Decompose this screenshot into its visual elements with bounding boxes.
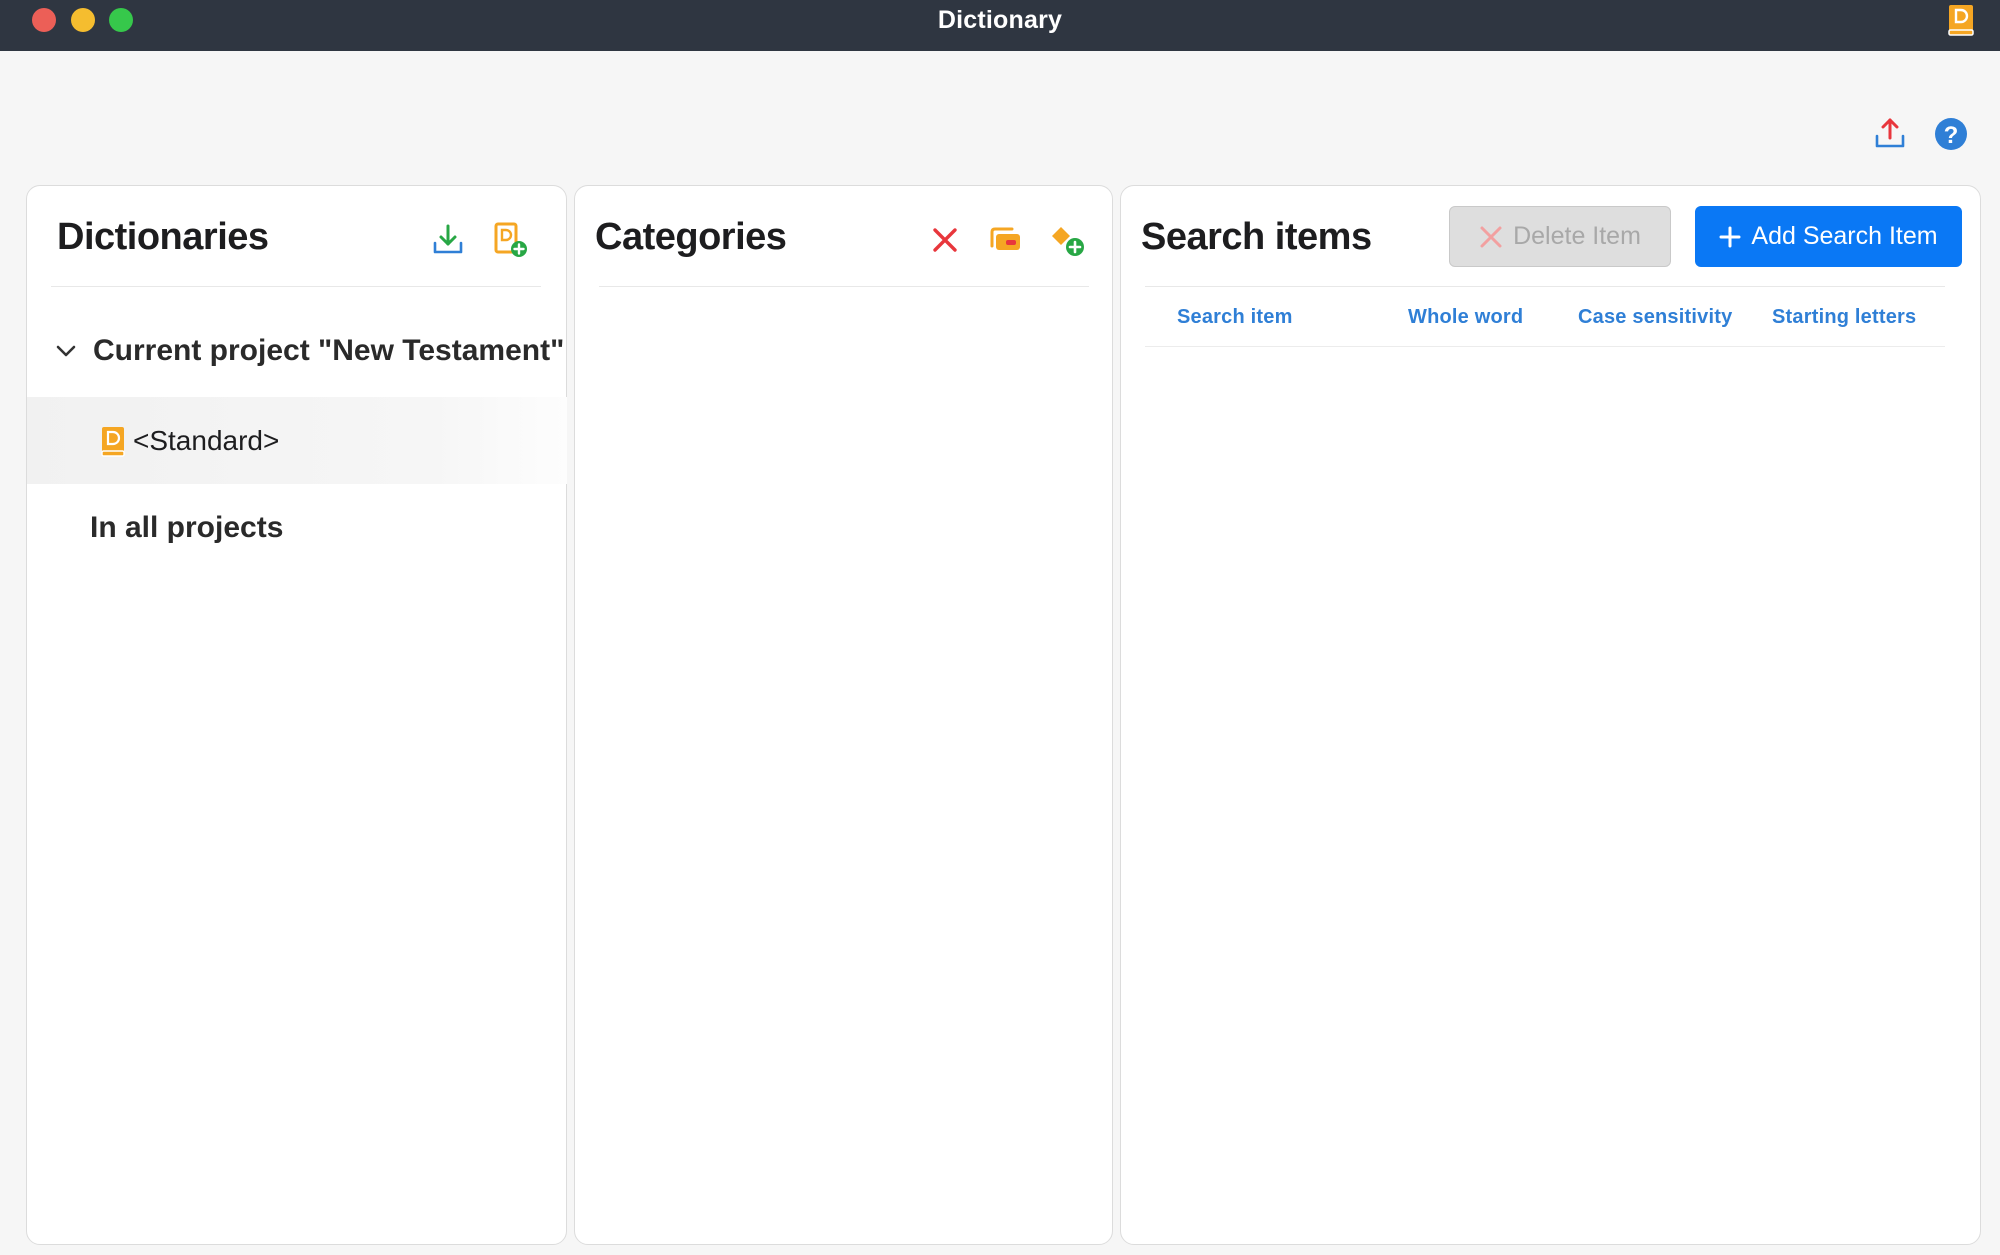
add-category-icon[interactable] [1048,220,1088,260]
dictionaries-panel: Dictionaries Current project "New Testam… [26,185,567,1245]
dictionaries-header-divider [51,286,541,287]
table-header: Search item Whole word Case sensitivity … [1121,306,1981,336]
column-header-whole-word[interactable]: Whole word [1408,306,1523,329]
new-dictionary-icon[interactable] [490,220,530,260]
window-title: Dictionary [937,6,1063,34]
plus-icon [1719,226,1741,247]
column-header-case-sensitivity[interactable]: Case sensitivity [1578,306,1732,329]
app-dictionary-icon [1948,5,1974,36]
tree-group-current-project[interactable]: Current project "New Testament" [55,334,564,368]
search-items-panel: Search items Delete Item Add Search Item… [1120,185,1981,1245]
tree-item-label: <Standard> [133,425,280,456]
add-search-item-button[interactable]: Add Search Item [1695,206,1962,267]
dictionary-book-icon [101,427,125,457]
tree-item-standard[interactable]: <Standard> [27,397,567,484]
delete-item-button[interactable]: Delete Item [1449,206,1671,267]
search-items-title: Search items [1141,216,1372,258]
categories-panel: Categories [574,185,1113,1245]
column-header-search-item[interactable]: Search item [1177,306,1293,329]
column-header-starting-letters[interactable]: Starting letters [1772,306,1916,329]
delete-category-icon[interactable] [925,220,965,260]
title-bar: Dictionary [0,0,2000,51]
dictionaries-title: Dictionaries [57,216,269,258]
close-icon [1480,226,1502,247]
help-glyph: ? [1944,122,1959,149]
categories-header-divider [599,286,1089,287]
search-items-header-divider [1145,286,1945,287]
tree-group-all-projects[interactable]: In all projects [90,511,283,545]
tree-group-label: Current project "New Testament" [93,334,565,367]
table-header-divider [1145,346,1945,347]
help-icon[interactable]: ? [1933,116,1969,152]
delete-item-label: Delete Item [1513,222,1641,250]
import-icon[interactable] [428,220,468,260]
rename-category-icon[interactable] [986,220,1026,260]
categories-title: Categories [595,216,787,258]
export-icon[interactable] [1872,116,1908,152]
add-search-item-label: Add Search Item [1751,222,1938,250]
chevron-down-icon[interactable] [55,340,77,362]
